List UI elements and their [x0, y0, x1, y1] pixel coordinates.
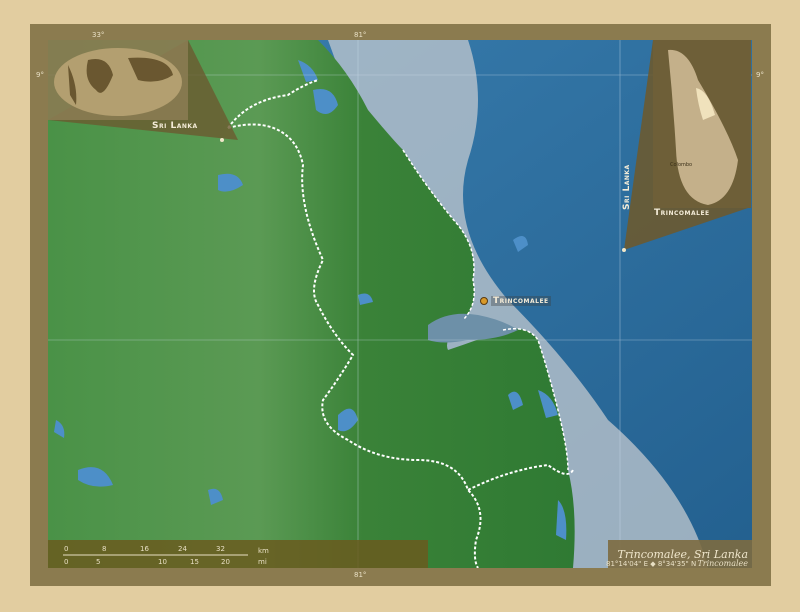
city-marker[interactable]: [480, 297, 488, 305]
map-canvas[interactable]: [48, 40, 752, 568]
scale-top-3: 24: [178, 545, 187, 553]
lat-label-left: 9°: [36, 71, 44, 79]
scale-bottom-1: 5: [96, 558, 101, 566]
coordinates-readout: 81°14'04" E ◆ 8°34'35" N: [606, 560, 697, 568]
country-inset-label: Sri Lanka: [622, 164, 632, 210]
region-inset-label: Trincomalee: [654, 208, 710, 218]
lon-label-inset: 33°: [92, 31, 105, 39]
scale-top-2: 16: [140, 545, 149, 553]
capital-inset-label: Colombo: [670, 162, 693, 168]
scale-bottom-0: 0: [64, 558, 69, 566]
scale-bottom-3: 15: [190, 558, 199, 566]
scale-top-1: 8: [102, 545, 107, 553]
scale-bottom-4: 20: [221, 558, 230, 566]
lat-label-right: 9°: [756, 71, 764, 79]
scale-top-4: 32: [216, 545, 225, 553]
scale-bottom-2: 10: [158, 558, 167, 566]
world-inset-label: Sri Lanka: [152, 121, 198, 131]
lon-label-bottom: 81°: [354, 571, 367, 579]
map-subtitle: Trincomalee: [697, 559, 748, 568]
city-label-trincomalee[interactable]: Trincomalee: [491, 296, 551, 306]
scale-bottom-unit: mi: [258, 558, 267, 566]
scale-top-0: 0: [64, 545, 69, 553]
lon-label-top: 81°: [354, 31, 367, 39]
scale-top-unit: km: [258, 547, 269, 555]
